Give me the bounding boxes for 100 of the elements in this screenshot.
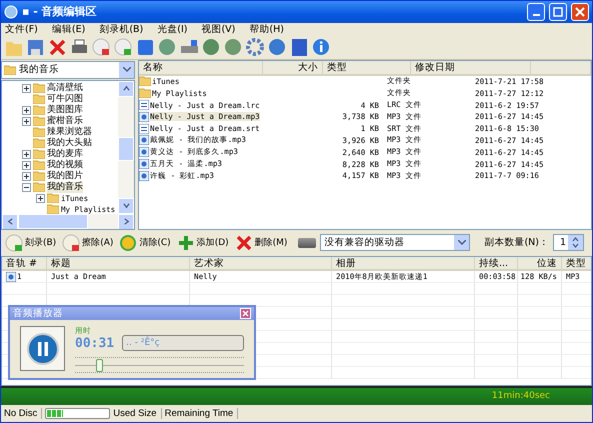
used-size: Used Size: [113, 408, 162, 420]
disc-icon: [62, 234, 80, 252]
chevron-down-icon: [458, 240, 466, 246]
elapsed-time: 00:31: [75, 336, 114, 352]
toolbar-button[interactable]: 删除(M): [234, 234, 288, 252]
tree-item[interactable]: 高清壁纸: [47, 82, 83, 94]
column-header[interactable]: 位速: [518, 257, 562, 270]
toolbar-button[interactable]: 添加(D): [176, 234, 230, 252]
spinner-arrows-icon[interactable]: [572, 237, 579, 248]
toolbar-button[interactable]: 清除(C): [118, 234, 172, 252]
column-header[interactable]: 相册: [332, 257, 475, 270]
expand-toggle-icon[interactable]: [22, 84, 31, 93]
save-icon[interactable]: [26, 38, 45, 58]
column-header[interactable]: 艺术家: [190, 257, 332, 270]
scroll-thumb[interactable]: [18, 214, 88, 229]
menu-item[interactable]: 光盘(I): [157, 23, 188, 36]
copies-label: 副本数量(N)：: [484, 236, 549, 250]
minimize-button[interactable]: [527, 2, 545, 21]
folder-icon: [33, 105, 45, 116]
copies-spinner[interactable]: 1: [552, 234, 584, 252]
pause-button[interactable]: [20, 326, 65, 372]
menu-item[interactable]: 帮助(H): [249, 23, 284, 36]
capacity-time: 11min:40sec: [492, 391, 550, 402]
disc-status: No Disc: [4, 408, 42, 420]
scrollbar[interactable]: [2, 214, 134, 229]
close-button[interactable]: [240, 308, 251, 320]
tree-item[interactable]: 美图图库: [47, 104, 83, 116]
drive-dropdown[interactable]: 没有兼容的驱动器: [320, 234, 470, 252]
menu-item[interactable]: 编辑(E): [52, 23, 86, 36]
window-title: ▪ - 音频编辑区: [22, 4, 98, 20]
chevron-down-icon: [122, 67, 130, 72]
tree-item[interactable]: 我的麦库: [47, 148, 83, 160]
expand-toggle-icon[interactable]: [22, 150, 31, 159]
column-header[interactable]: 名称: [139, 60, 263, 74]
delete-icon[interactable]: [48, 38, 67, 58]
tree-item[interactable]: 我的音乐: [47, 182, 83, 193]
player-title: 音频播放器: [13, 307, 63, 320]
folder-icon: [33, 138, 45, 148]
column-header[interactable]: 音轨 #: [2, 257, 47, 270]
disc-icon[interactable]: [114, 38, 133, 58]
close-button[interactable]: [571, 2, 589, 21]
folder-icon: [33, 171, 45, 182]
track-display: .. - ²Ê°ç: [122, 335, 244, 352]
info-icon[interactable]: [312, 38, 331, 58]
location-dropdown[interactable]: 我的音乐: [1, 60, 135, 79]
folder-icon: [33, 149, 45, 160]
minimize-icon: [532, 14, 540, 16]
folder-icon: [33, 116, 45, 126]
toolbar-button[interactable]: 擦除(A): [61, 234, 114, 252]
delete-icon: [234, 234, 253, 252]
tree-item[interactable]: 辣果浏览器: [47, 126, 92, 138]
progress-meter: [45, 408, 110, 420]
audio-file-icon: [139, 159, 149, 170]
column-header[interactable]: 大小: [263, 60, 323, 74]
column-header[interactable]: 标题: [47, 257, 190, 270]
tree-item[interactable]: 我的视频: [47, 160, 83, 171]
menu-item[interactable]: 视图(V): [201, 23, 236, 36]
gear-icon[interactable]: [246, 38, 265, 58]
maximize-button[interactable]: [549, 2, 567, 21]
app-icon: [4, 4, 18, 19]
tree-item[interactable]: 我的大头贴: [47, 138, 92, 149]
expand-toggle-icon[interactable]: [22, 106, 31, 115]
folder-icon: [33, 83, 45, 94]
audio-file-icon: [139, 112, 149, 122]
close-icon: [575, 6, 585, 17]
folder-icon: [33, 160, 45, 170]
expand-toggle-icon[interactable]: [22, 172, 31, 181]
column-header[interactable]: 持续...: [475, 257, 518, 270]
folder-icon: [33, 182, 45, 192]
collapse-toggle-icon[interactable]: [22, 182, 31, 192]
music-folder-icon: [4, 64, 16, 75]
column-header[interactable]: 类型: [323, 60, 411, 74]
expand-toggle-icon[interactable]: [22, 160, 31, 170]
scroll-thumb[interactable]: [118, 136, 134, 161]
menu-item[interactable]: 刻录机(B): [99, 23, 144, 36]
remaining-time: Remaining Time: [164, 408, 238, 420]
expand-toggle-icon[interactable]: [36, 194, 45, 203]
scrollbar[interactable]: [118, 80, 134, 214]
slider-thumb[interactable]: [96, 359, 103, 372]
tree-item[interactable]: 我的图片: [47, 170, 83, 182]
column-header[interactable]: 类型: [562, 257, 592, 270]
close-icon: [242, 310, 249, 318]
menu-item[interactable]: 文件(F): [5, 23, 38, 36]
drive-icon: [298, 238, 316, 248]
expand-toggle-icon[interactable]: [22, 116, 31, 126]
disc-icon: [5, 234, 23, 252]
tree-item[interactable]: 可牛闪图: [47, 94, 83, 105]
audio-file-icon: [139, 135, 149, 146]
plus-icon: [176, 234, 195, 252]
toolbar-button[interactable]: 刻录(B): [4, 234, 58, 252]
audio-file-icon: [6, 272, 16, 282]
folder-icon: [33, 127, 45, 138]
seek-slider[interactable]: [75, 357, 244, 374]
audio-file-icon: [139, 147, 149, 158]
maximize-icon: [553, 6, 563, 17]
folder-icon: [33, 94, 45, 104]
audio-file-icon: [139, 170, 149, 181]
column-header[interactable]: 修改日期: [411, 60, 531, 74]
disc-icon[interactable]: [92, 38, 111, 58]
tree-item[interactable]: 蜜柑音乐: [47, 116, 83, 127]
